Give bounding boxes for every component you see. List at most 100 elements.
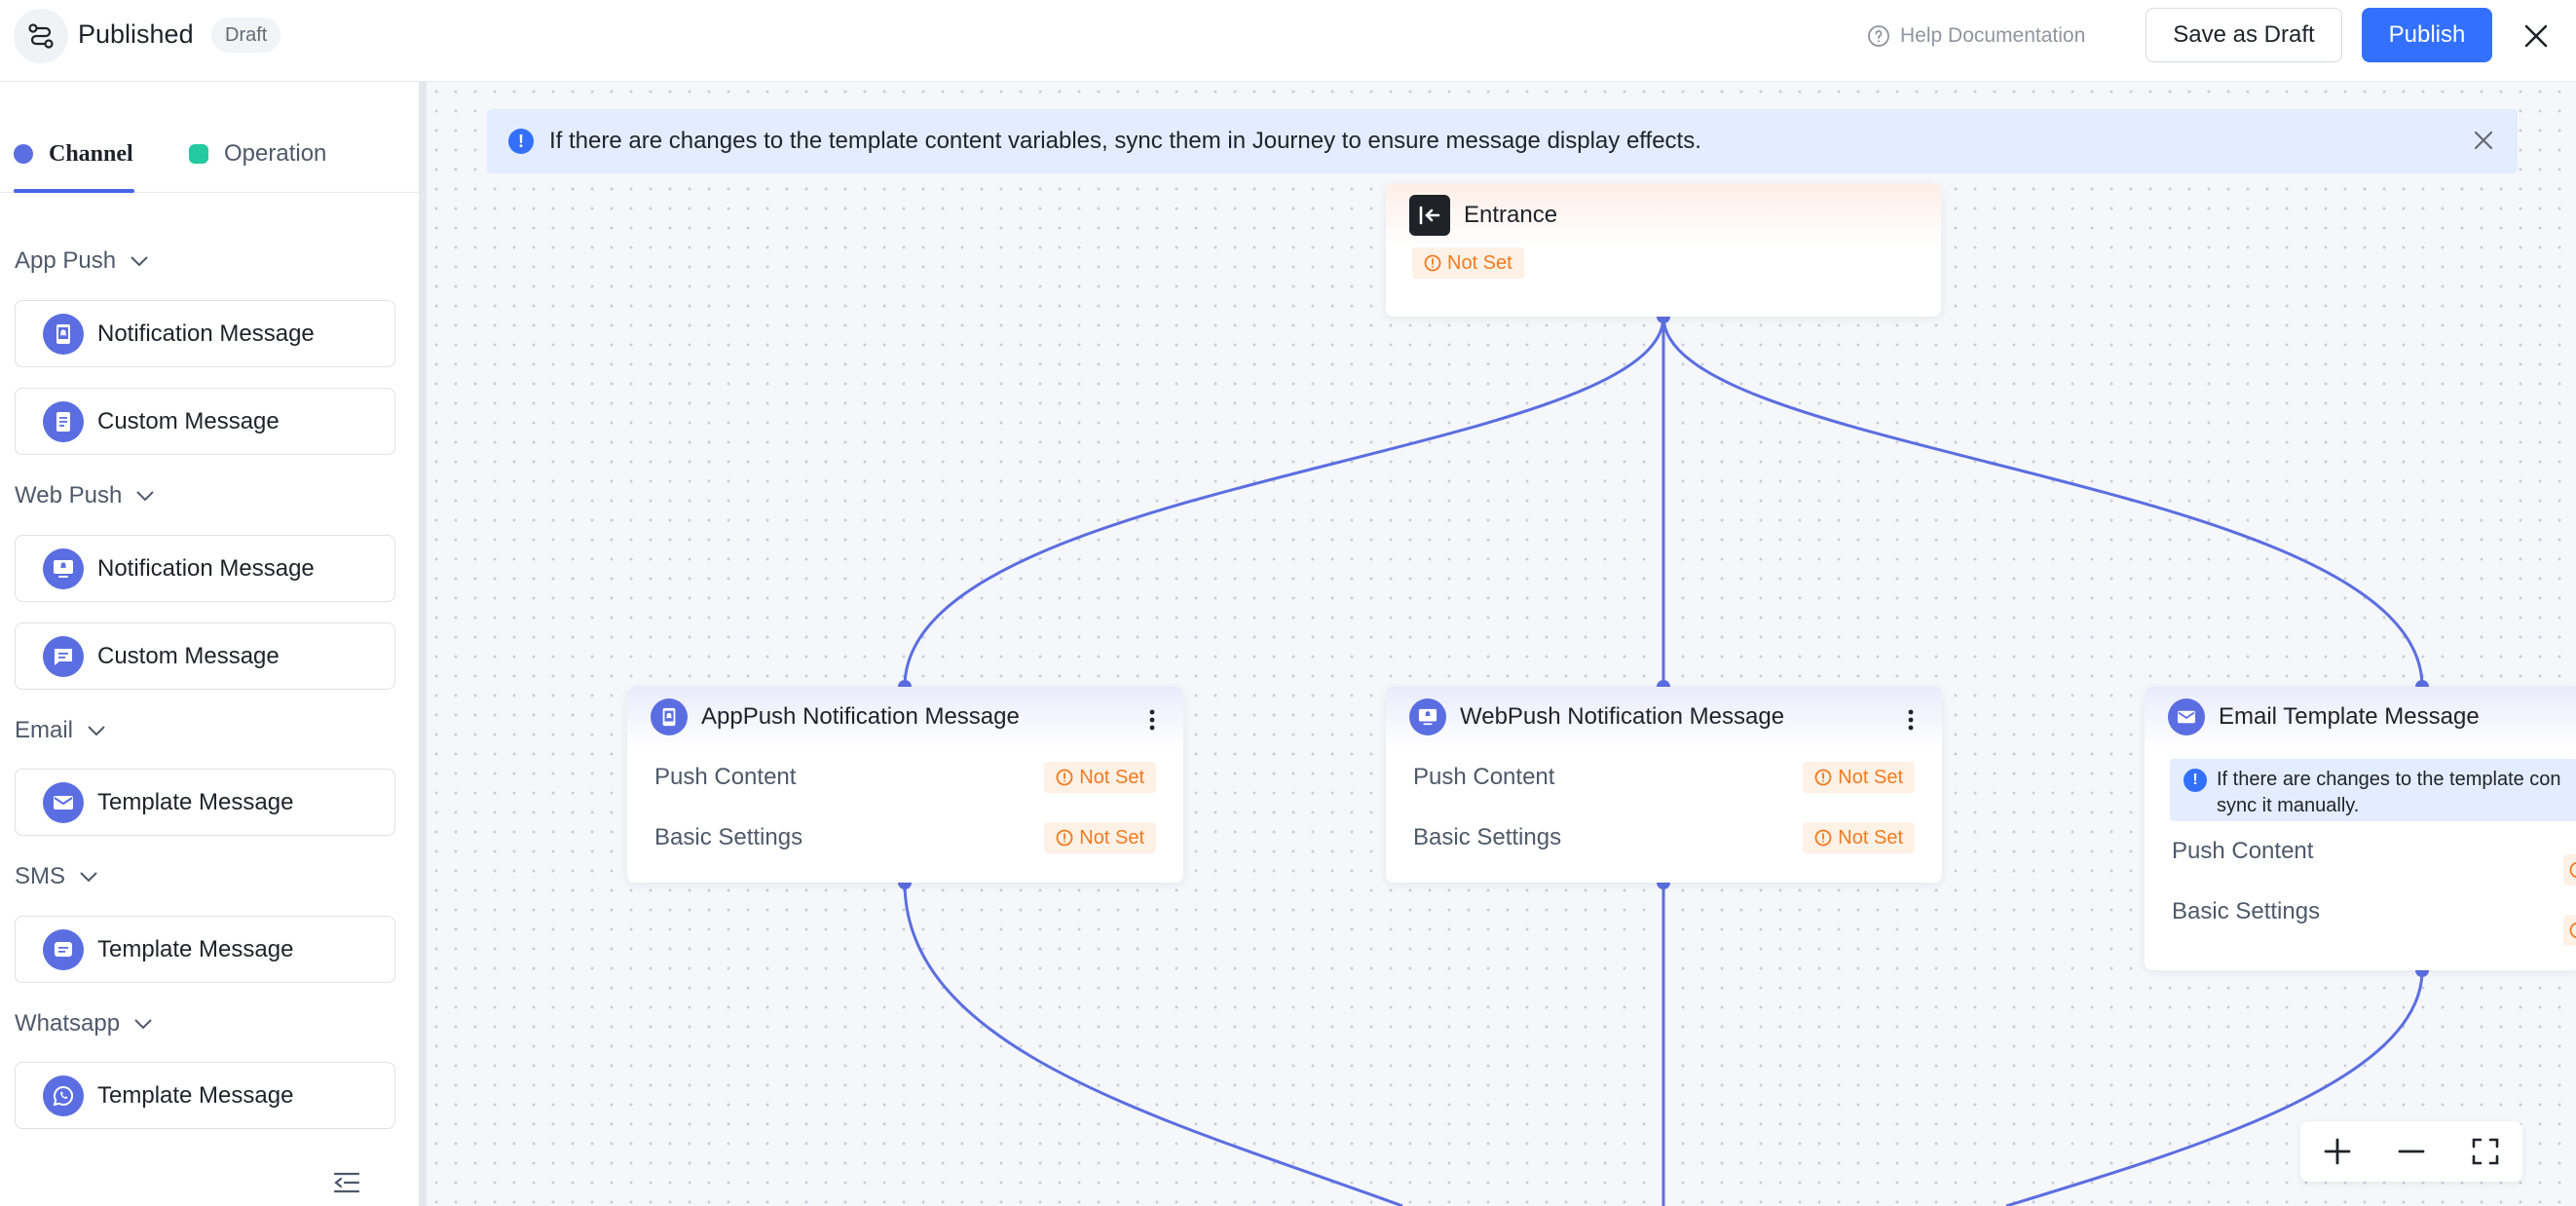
sms-icon (43, 928, 84, 970)
node-title: WebPush Notification Message (1460, 703, 1785, 730)
warning-circle-icon (1056, 769, 1073, 786)
mail-icon (43, 781, 84, 823)
row-label: Basic Settings (654, 824, 803, 850)
group-header-web-push[interactable]: Web Push (15, 480, 155, 511)
status-tag-clipped (2563, 854, 2576, 886)
alert-line: sync it manually. (2217, 795, 2360, 816)
group-header-whatsapp[interactable]: Whatsapp (15, 1008, 153, 1039)
status-badge: Draft (211, 18, 281, 53)
node-title: Entrance (1464, 202, 1558, 228)
sidebar-item-email-template[interactable]: Template Message (15, 769, 395, 836)
sidebar-tabs: Channel Operation (0, 82, 419, 193)
close-icon[interactable] (2473, 130, 2496, 153)
status-text: Not Set (1838, 766, 1903, 788)
banner-text: If there are changes to the template con… (549, 128, 1701, 154)
info-icon: ! (508, 129, 534, 154)
collapse-sidebar-icon[interactable] (331, 1167, 362, 1198)
publish-button[interactable]: Publish (2362, 8, 2492, 62)
app-push-notification-node[interactable]: AppPush Notification Message Push Conten… (627, 687, 1183, 883)
fit-view-icon[interactable] (2466, 1132, 2505, 1171)
row-label: Basic Settings (1413, 824, 1562, 850)
group-label: SMS (15, 863, 66, 889)
sidebar-item-app-push-custom[interactable]: Custom Message (15, 388, 395, 455)
template-sync-alert: ! If there are changes to the template c… (2170, 759, 2576, 821)
more-options-icon[interactable] (1907, 708, 1915, 732)
basic-settings-row[interactable]: Basic Settings Not Set (1386, 808, 1942, 868)
active-tab-indicator (14, 189, 134, 193)
tab-channel[interactable]: Channel (14, 134, 133, 173)
sidebar-item-app-push-notification[interactable]: Notification Message (15, 300, 395, 367)
push-content-row[interactable]: Push Content (2145, 821, 2576, 882)
node-header: Entrance (1386, 183, 1941, 247)
status-tag: Not Set (1412, 247, 1524, 279)
push-content-row[interactable]: Push Content Not Set (1386, 747, 1942, 808)
app-notification-icon (43, 313, 84, 355)
status-tag: Not Set (1803, 822, 1915, 853)
item-label: Custom Message (97, 642, 280, 669)
status-text: Not Set (1838, 826, 1903, 848)
zoom-out-icon[interactable] (2392, 1132, 2431, 1171)
channel-dot-icon (14, 144, 33, 164)
basic-settings-row[interactable]: Basic Settings (2145, 882, 2576, 942)
chevron-down-icon (88, 726, 105, 736)
chevron-down-icon (80, 872, 97, 883)
chevron-down-icon (136, 491, 155, 502)
help-label: Help Documentation (1900, 24, 2086, 47)
zoom-in-icon[interactable] (2318, 1132, 2357, 1171)
chat-message-icon (43, 635, 84, 677)
journey-flow-icon (14, 9, 68, 63)
alert-line: If there are changes to the template con (2217, 769, 2561, 790)
group-label: Web Push (15, 482, 123, 509)
tab-label: Channel (49, 140, 133, 167)
sidebar-item-sms-template[interactable]: Template Message (15, 916, 395, 983)
more-options-icon[interactable] (1148, 708, 1156, 732)
status-tag: Not Set (1044, 822, 1156, 853)
warning-circle-icon (1424, 254, 1441, 272)
entrance-arrow-icon (1409, 195, 1450, 236)
item-label: Template Message (97, 935, 294, 962)
tab-operation[interactable]: Operation (189, 134, 326, 173)
group-header-app-push[interactable]: App Push (15, 245, 149, 277)
zoom-controls (2300, 1121, 2522, 1182)
sidebar-item-web-push-notification[interactable]: Notification Message (15, 535, 395, 602)
sidebar-item-whatsapp-template[interactable]: Template Message (15, 1062, 395, 1129)
info-icon: ! (2184, 769, 2207, 792)
node-header: AppPush Notification Message (627, 687, 1183, 747)
status-text: Not Set (1079, 826, 1144, 848)
chevron-down-icon (131, 256, 148, 267)
custom-message-icon (43, 400, 84, 442)
node-title: AppPush Notification Message (701, 703, 1020, 730)
warning-circle-icon (1814, 829, 1832, 847)
status-text: Not Set (1447, 251, 1512, 274)
save-as-draft-button[interactable]: Save as Draft (2146, 8, 2342, 62)
close-icon[interactable] (2518, 18, 2555, 55)
web-push-notification-node[interactable]: WebPush Notification Message Push Conten… (1386, 687, 1942, 883)
help-documentation-link[interactable]: Help Documentation (1867, 20, 2085, 52)
component-sidebar: Channel Operation App Push Notification … (0, 82, 419, 1206)
status-tag: Not Set (1803, 762, 1915, 793)
whatsapp-icon (43, 1074, 84, 1116)
web-notification-icon (43, 547, 84, 589)
push-content-row[interactable]: Push Content Not Set (627, 747, 1183, 808)
help-circle-icon (1868, 25, 1889, 47)
warning-circle-icon (1814, 769, 1832, 786)
item-label: Template Message (97, 788, 294, 815)
row-label: Basic Settings (2172, 898, 2321, 924)
status-tag-clipped (2563, 915, 2576, 946)
node-title: Email Template Message (2219, 703, 2480, 730)
sidebar-item-web-push-custom[interactable]: Custom Message (15, 622, 395, 690)
row-label: Push Content (1413, 764, 1555, 790)
basic-settings-row[interactable]: Basic Settings Not Set (627, 808, 1183, 868)
group-label: App Push (15, 247, 117, 274)
operation-dot-icon (189, 144, 208, 164)
sidebar-resize-handle[interactable] (419, 82, 427, 1206)
group-header-sms[interactable]: SMS (15, 861, 98, 892)
entrance-node[interactable]: Entrance Not Set (1386, 183, 1941, 317)
group-header-email[interactable]: Email (15, 715, 106, 746)
warning-circle-icon (1056, 829, 1073, 847)
page-title: Published (78, 19, 194, 49)
warning-circle-icon (2569, 861, 2576, 879)
alert-text: If there are changes to the template con… (2217, 767, 2561, 821)
email-template-node[interactable]: Email Template Message ! If there are ch… (2145, 687, 2576, 970)
mail-icon (2168, 698, 2205, 735)
